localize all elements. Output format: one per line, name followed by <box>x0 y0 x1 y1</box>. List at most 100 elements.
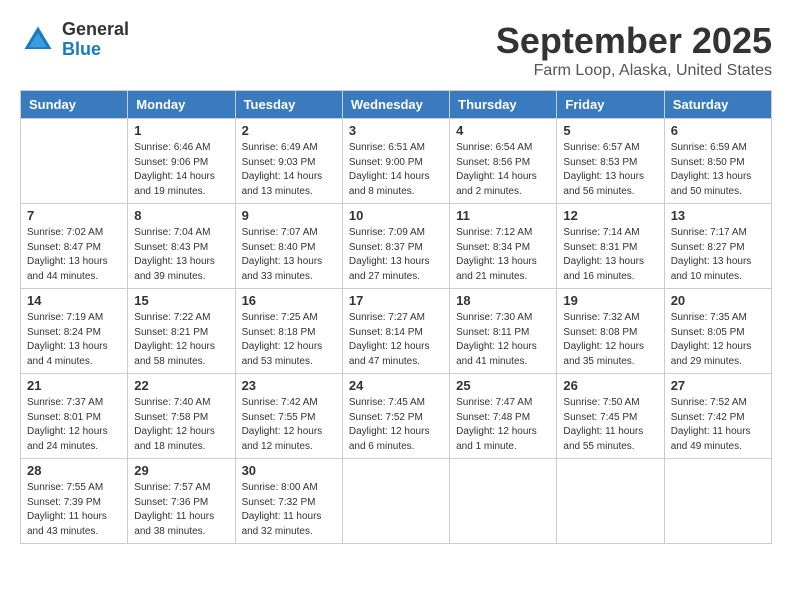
calendar-cell: 2 Sunrise: 6:49 AMSunset: 9:03 PMDaylight… <box>235 119 342 204</box>
day-info: Sunrise: 6:59 AMSunset: 8:50 PMDaylight:… <box>671 141 765 199</box>
calendar-cell: 26 Sunrise: 7:50 AMSunset: 7:45 PMDayligh… <box>557 374 664 459</box>
calendar-cell: 24 Sunrise: 7:45 AMSunset: 7:52 PMDayligh… <box>342 374 449 459</box>
day-number: 5 <box>563 123 657 138</box>
day-info: Sunrise: 7:19 AMSunset: 8:24 PMDaylight:… <box>27 311 121 369</box>
header-day-saturday: Saturday <box>664 91 771 119</box>
day-info: Sunrise: 7:45 AMSunset: 7:52 PMDaylight:… <box>349 396 443 454</box>
day-info: Sunrise: 7:14 AMSunset: 8:31 PMDaylight:… <box>563 226 657 284</box>
day-info: Sunrise: 7:35 AMSunset: 8:05 PMDaylight:… <box>671 311 765 369</box>
title-section: September 2025 Farm Loop, Alaska, United… <box>496 20 772 80</box>
day-number: 11 <box>456 208 550 223</box>
header-day-sunday: Sunday <box>21 91 128 119</box>
calendar-cell: 17 Sunrise: 7:27 AMSunset: 8:14 PMDayligh… <box>342 289 449 374</box>
day-info: Sunrise: 7:04 AMSunset: 8:43 PMDaylight:… <box>134 226 228 284</box>
day-info: Sunrise: 7:50 AMSunset: 7:45 PMDaylight:… <box>563 396 657 454</box>
day-number: 24 <box>349 378 443 393</box>
day-number: 7 <box>27 208 121 223</box>
calendar-cell: 5 Sunrise: 6:57 AMSunset: 8:53 PMDaylight… <box>557 119 664 204</box>
week-row-2: 14 Sunrise: 7:19 AMSunset: 8:24 PMDayligh… <box>21 289 772 374</box>
day-number: 1 <box>134 123 228 138</box>
day-number: 17 <box>349 293 443 308</box>
calendar-cell: 14 Sunrise: 7:19 AMSunset: 8:24 PMDayligh… <box>21 289 128 374</box>
day-number: 30 <box>242 463 336 478</box>
calendar-cell: 12 Sunrise: 7:14 AMSunset: 8:31 PMDayligh… <box>557 204 664 289</box>
calendar-cell: 16Sunrise: 7:25 AMSunset: 8:18 PMDayligh… <box>235 289 342 374</box>
logo: General Blue <box>20 20 129 60</box>
day-info: Sunrise: 7:22 AMSunset: 8:21 PMDaylight:… <box>134 311 228 369</box>
header-day-friday: Friday <box>557 91 664 119</box>
day-number: 14 <box>27 293 121 308</box>
day-number: 29 <box>134 463 228 478</box>
day-number: 8 <box>134 208 228 223</box>
calendar-cell: 29 Sunrise: 7:57 AMSunset: 7:36 PMDayligh… <box>128 459 235 544</box>
day-info: Sunrise: 6:51 AMSunset: 9:00 PMDaylight:… <box>349 141 443 199</box>
day-number: 21 <box>27 378 121 393</box>
header-day-monday: Monday <box>128 91 235 119</box>
day-number: 2 <box>242 123 336 138</box>
day-info: Sunrise: 7:42 AMSunset: 7:55 PMDaylight:… <box>242 396 336 454</box>
day-number: 9 <box>242 208 336 223</box>
calendar-cell: 11 Sunrise: 7:12 AMSunset: 8:34 PMDayligh… <box>450 204 557 289</box>
calendar-cell: 21 Sunrise: 7:37 AMSunset: 8:01 PMDayligh… <box>21 374 128 459</box>
logo-line1: General <box>62 20 129 40</box>
calendar-cell: 6 Sunrise: 6:59 AMSunset: 8:50 PMDaylight… <box>664 119 771 204</box>
day-info: Sunrise: 7:30 AMSunset: 8:11 PMDaylight:… <box>456 311 550 369</box>
day-info: Sunrise: 6:46 AMSunset: 9:06 PMDaylight:… <box>134 141 228 199</box>
day-info: Sunrise: 7:12 AMSunset: 8:34 PMDaylight:… <box>456 226 550 284</box>
calendar-cell: 28Sunrise: 7:55 AMSunset: 7:39 PMDayligh… <box>21 459 128 544</box>
day-number: 16 <box>242 293 336 308</box>
calendar-cell <box>450 459 557 544</box>
day-info: Sunrise: 7:27 AMSunset: 8:14 PMDaylight:… <box>349 311 443 369</box>
day-info: Sunrise: 7:37 AMSunset: 8:01 PMDaylight:… <box>27 396 121 454</box>
calendar-header-row: SundayMondayTuesdayWednesdayThursdayFrid… <box>21 91 772 119</box>
location-title: Farm Loop, Alaska, United States <box>496 62 772 80</box>
day-number: 4 <box>456 123 550 138</box>
calendar-cell: 19Sunrise: 7:32 AMSunset: 8:08 PMDayligh… <box>557 289 664 374</box>
calendar-cell <box>664 459 771 544</box>
day-number: 12 <box>563 208 657 223</box>
day-number: 13 <box>671 208 765 223</box>
day-number: 27 <box>671 378 765 393</box>
logo-line2: Blue <box>62 40 129 60</box>
day-info: Sunrise: 7:02 AMSunset: 8:47 PMDaylight:… <box>27 226 121 284</box>
calendar-cell <box>342 459 449 544</box>
day-info: Sunrise: 6:49 AMSunset: 9:03 PMDaylight:… <box>242 141 336 199</box>
header-day-thursday: Thursday <box>450 91 557 119</box>
day-number: 20 <box>671 293 765 308</box>
day-number: 23 <box>242 378 336 393</box>
day-info: Sunrise: 7:47 AMSunset: 7:48 PMDaylight:… <box>456 396 550 454</box>
day-number: 22 <box>134 378 228 393</box>
calendar-cell: 20 Sunrise: 7:35 AMSunset: 8:05 PMDayligh… <box>664 289 771 374</box>
day-info: Sunrise: 6:57 AMSunset: 8:53 PMDaylight:… <box>563 141 657 199</box>
logo-text: General Blue <box>62 20 129 60</box>
calendar-cell: 18Sunrise: 7:30 AMSunset: 8:11 PMDayligh… <box>450 289 557 374</box>
week-row-1: 7 Sunrise: 7:02 AMSunset: 8:47 PMDaylight… <box>21 204 772 289</box>
day-info: Sunrise: 7:17 AMSunset: 8:27 PMDaylight:… <box>671 226 765 284</box>
day-info: Sunrise: 6:54 AMSunset: 8:56 PMDaylight:… <box>456 141 550 199</box>
week-row-3: 21 Sunrise: 7:37 AMSunset: 8:01 PMDayligh… <box>21 374 772 459</box>
calendar-cell: 15Sunrise: 7:22 AMSunset: 8:21 PMDayligh… <box>128 289 235 374</box>
calendar-cell: 30Sunrise: 8:00 AMSunset: 7:32 PMDayligh… <box>235 459 342 544</box>
day-info: Sunrise: 7:52 AMSunset: 7:42 PMDaylight:… <box>671 396 765 454</box>
calendar-cell: 10 Sunrise: 7:09 AMSunset: 8:37 PMDayligh… <box>342 204 449 289</box>
logo-icon <box>20 22 56 58</box>
day-number: 25 <box>456 378 550 393</box>
week-row-0: 1 Sunrise: 6:46 AMSunset: 9:06 PMDaylight… <box>21 119 772 204</box>
day-number: 10 <box>349 208 443 223</box>
day-number: 6 <box>671 123 765 138</box>
calendar-cell: 13 Sunrise: 7:17 AMSunset: 8:27 PMDayligh… <box>664 204 771 289</box>
day-info: Sunrise: 7:07 AMSunset: 8:40 PMDaylight:… <box>242 226 336 284</box>
calendar-cell: 8 Sunrise: 7:04 AMSunset: 8:43 PMDaylight… <box>128 204 235 289</box>
header-day-tuesday: Tuesday <box>235 91 342 119</box>
calendar-cell: 25 Sunrise: 7:47 AMSunset: 7:48 PMDayligh… <box>450 374 557 459</box>
day-number: 26 <box>563 378 657 393</box>
calendar-cell <box>21 119 128 204</box>
calendar-cell: 3Sunrise: 6:51 AMSunset: 9:00 PMDaylight… <box>342 119 449 204</box>
calendar-cell: 27 Sunrise: 7:52 AMSunset: 7:42 PMDayligh… <box>664 374 771 459</box>
day-info: Sunrise: 7:57 AMSunset: 7:36 PMDaylight:… <box>134 481 228 539</box>
day-info: Sunrise: 7:09 AMSunset: 8:37 PMDaylight:… <box>349 226 443 284</box>
calendar-cell <box>557 459 664 544</box>
header: General Blue September 2025 Farm Loop, A… <box>20 20 772 80</box>
day-number: 28 <box>27 463 121 478</box>
calendar-cell: 1 Sunrise: 6:46 AMSunset: 9:06 PMDaylight… <box>128 119 235 204</box>
